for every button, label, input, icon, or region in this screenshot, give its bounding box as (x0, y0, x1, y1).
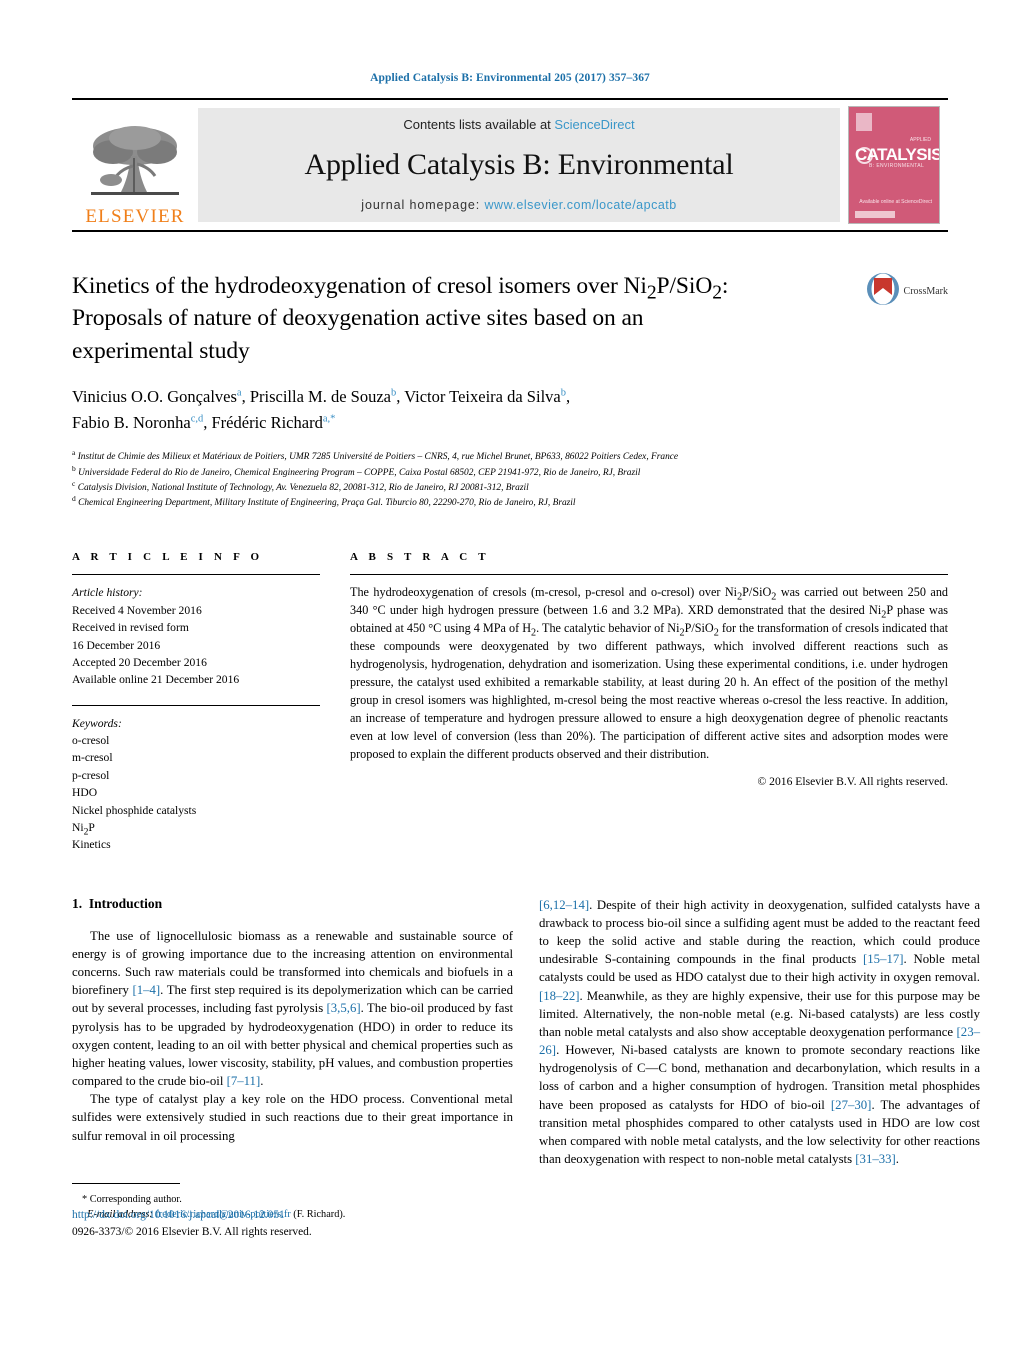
journal-cover-thumbnail: APPLIED CATALYSIS B: ENVIRONMENTAL Avail… (840, 100, 948, 230)
elsevier-logo: ELSEVIER (72, 100, 198, 230)
abstract-copyright: © 2016 Elsevier B.V. All rights reserved… (757, 774, 948, 788)
sciencedirect-link[interactable]: ScienceDirect (554, 117, 634, 132)
cover-catalysis-word: CATALYSIS (855, 145, 940, 164)
paragraph: The type of catalyst play a key role on … (72, 1092, 513, 1143)
corresponding-author-note: * Corresponding author. (82, 1193, 182, 1205)
journal-homepage-line: journal homepage: www.elsevier.com/locat… (361, 198, 676, 212)
citation-ref[interactable]: [23–26] (539, 1025, 980, 1057)
footnote-star: * (82, 1193, 88, 1205)
cover-footer-text: Available online at ScienceDirect (859, 199, 932, 205)
cover-barcode (855, 211, 895, 218)
elsevier-wordmark: ELSEVIER (85, 206, 185, 227)
homepage-prefix: journal homepage: (361, 198, 481, 212)
journal-article-page: Applied Catalysis B: Environmental 205 (… (0, 0, 1020, 1351)
elsevier-tree-icon (87, 122, 183, 206)
keyword-item: HDO (72, 786, 98, 800)
footnote-rule (72, 1182, 180, 1184)
affiliation-item: d Chemical Engineering Department, Milit… (72, 493, 576, 509)
running-head: Applied Catalysis B: Environmental 205 (… (370, 72, 650, 84)
title-line-2: Proposals of nature of deoxygenation act… (72, 305, 644, 332)
crossmark-icon (866, 272, 900, 311)
cover-elsevier-mark-icon (856, 113, 872, 131)
info-abstract-region: A R T I C L E I N F O Article history: R… (72, 551, 948, 853)
abstract-paragraph: The hydrodeoxygenation of cresols (m-cre… (350, 585, 949, 761)
author-item[interactable]: Priscilla M. de Souzab (250, 387, 396, 406)
citation-ref[interactable]: [1–4] (132, 983, 160, 997)
article-history-item: Received 4 November 2016 (72, 603, 202, 617)
author-item[interactable]: Vinicius O.O. Gonçalvesa (72, 387, 242, 406)
citation-ref[interactable]: [27–30] (831, 1098, 872, 1112)
author-item[interactable]: Frédéric Richarda,* (212, 413, 336, 432)
citation-ref[interactable]: [18–22] (539, 989, 580, 1003)
body-columns: 1. Introduction The use of lignocellulos… (72, 895, 980, 1220)
body-column-left: 1. Introduction The use of lignocellulos… (72, 895, 513, 1220)
article-history-item: Accepted 20 December 2016 (72, 655, 207, 669)
abstract-rule (350, 574, 948, 576)
citation-ref[interactable]: [15–17] (863, 952, 904, 966)
cover-subtitle: B: ENVIRONMENTAL (869, 163, 925, 169)
article-history-label: Article history: (72, 586, 143, 600)
title-block: CrossMark Kinetics of the hydrodeoxygena… (72, 270, 948, 511)
journal-masthead: ELSEVIER Contents lists available at Sci… (72, 98, 948, 232)
keyword-item: Kinetics (72, 838, 111, 852)
abstract-text: The hydrodeoxygenation of cresols (m-cre… (350, 584, 948, 763)
homepage-url-link[interactable]: www.elsevier.com/locate/apcatb (485, 198, 677, 212)
journal-info-box: Contents lists available at ScienceDirec… (198, 108, 840, 222)
journal-cover-image: APPLIED CATALYSIS B: ENVIRONMENTAL Avail… (848, 106, 940, 224)
keywords-label: Keywords: (72, 716, 122, 730)
keywords-rule (72, 704, 320, 706)
keyword-item: m-cresol (72, 751, 113, 765)
keyword-item: Nickel phosphide catalysts (72, 803, 197, 817)
article-history-item: 16 December 2016 (72, 638, 161, 652)
keyword-item: Ni2P (72, 821, 95, 838)
author-item[interactable]: Victor Teixeira da Silvab (404, 387, 566, 406)
article-info-column: A R T I C L E I N F O Article history: R… (72, 551, 320, 853)
section-heading-introduction: 1. Introduction (72, 895, 163, 911)
journal-title: Applied Catalysis B: Environmental (304, 148, 734, 181)
citation-ref[interactable]: [7–11] (227, 1074, 261, 1088)
contents-available-line: Contents lists available at ScienceDirec… (403, 117, 634, 132)
affiliation-item: a Institut de Chimie des Milieux et Maté… (72, 448, 679, 463)
citation-ref[interactable]: [6,12–14] (539, 898, 589, 912)
article-info-rule (72, 574, 320, 576)
article-info-heading: A R T I C L E I N F O (72, 551, 264, 564)
crossmark-badge[interactable]: CrossMark (866, 272, 948, 311)
author-item[interactable]: Fabio B. Noronhac,d (72, 413, 203, 432)
keyword-item: p-cresol (72, 768, 110, 782)
keyword-item: o-cresol (72, 734, 110, 748)
affiliation-item: c Catalysis Division, National Institute… (72, 478, 529, 493)
doi-link[interactable]: http://dx.doi.org/10.1016/j.apcatb.2016.… (72, 1207, 513, 1224)
body-column-right: [6,12–14]. Despite of their high activit… (539, 896, 980, 1168)
page-footer: http://dx.doi.org/10.1016/j.apcatb.2016.… (72, 1207, 513, 1240)
article-history-item: Received in revised form (72, 621, 189, 635)
citation-ref[interactable]: [3,5,6] (326, 1001, 360, 1015)
cover-applied-label: APPLIED (909, 137, 931, 143)
abstract-column: A B S T R A C T The hydrodeoxygenation o… (350, 551, 948, 853)
title-line-3: experimental study (72, 337, 250, 364)
crossmark-label: CrossMark (903, 286, 948, 297)
paragraph: [6,12–14]. Despite of their high activit… (539, 897, 981, 1166)
article-history-item: Available online 21 December 2016 (72, 673, 240, 687)
page-title: Kinetics of the hydrodeoxygenation of cr… (72, 270, 948, 367)
affiliation-item: b Universidade Federal do Rio de Janeiro… (72, 463, 641, 478)
issn-copyright-line: 0926-3373/© 2016 Elsevier B.V. All right… (72, 1225, 312, 1238)
citation-ref[interactable]: [31–33] (855, 1152, 896, 1166)
contents-prefix: Contents lists available at (403, 117, 551, 132)
title-line-1: Kinetics of the hydrodeoxygenation of cr… (72, 273, 729, 304)
author-list: Vinicius O.O. Gonçalvesa, Priscilla M. d… (72, 387, 571, 432)
affiliation-list: a Institut de Chimie des Milieux et Maté… (72, 448, 948, 511)
abstract-heading: A B S T R A C T (350, 551, 490, 564)
paragraph: The use of lignocellulosic biomass as a … (72, 928, 513, 1089)
